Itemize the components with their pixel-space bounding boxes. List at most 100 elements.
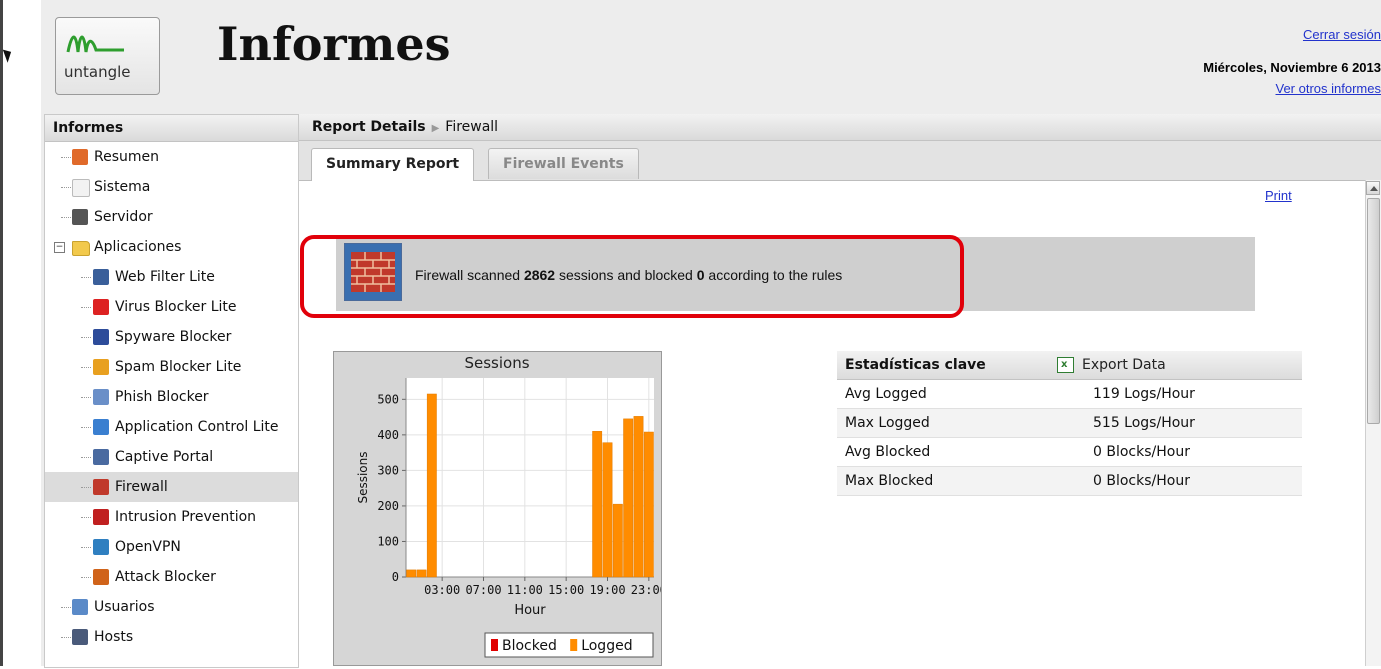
table-row: Avg Logged 119 Logs/Hour <box>837 380 1302 409</box>
breadcrumb-separator-icon: ▶ <box>426 123 446 134</box>
breadcrumb: Report Details▶Firewall <box>299 114 1381 141</box>
attack-blocker-icon <box>93 569 109 585</box>
sidebar-item-label: Attack Blocker <box>115 562 216 592</box>
sidebar-item-label: Servidor <box>94 202 153 232</box>
table-row: Avg Blocked 0 Blocks/Hour <box>837 438 1302 467</box>
y-tick-label: 100 <box>377 534 399 548</box>
intrusion-prevention-icon <box>93 509 109 525</box>
sidebar-item-sistema[interactable]: Sistema <box>45 172 298 202</box>
logout-link[interactable]: Cerrar sesión <box>1303 27 1381 42</box>
x-tick-label: 23:00 <box>631 583 661 597</box>
stat-value: 119 Logs/Hour <box>1093 380 1195 408</box>
tree-connector <box>61 217 71 218</box>
y-tick-label: 200 <box>377 499 399 513</box>
stat-value: 0 Blocks/Hour <box>1093 438 1190 466</box>
sidebar-item-label: Web Filter Lite <box>115 262 215 292</box>
tree-connector <box>81 577 91 578</box>
tree-connector <box>61 157 71 158</box>
tree-connector <box>81 427 91 428</box>
sidebar-item-usuarios[interactable]: Usuarios <box>45 592 298 622</box>
tree-connector <box>61 187 71 188</box>
sidebar-item-firewall[interactable]: Firewall <box>45 472 298 502</box>
sidebar-item-label: Captive Portal <box>115 442 213 472</box>
y-tick-label: 500 <box>377 392 399 406</box>
web-filter-icon <box>93 269 109 285</box>
hosts-icon <box>72 629 88 645</box>
bar-logged <box>613 504 622 577</box>
report-date: Miércoles, Noviembre 6 2013 <box>1203 60 1381 75</box>
sidebar-item-aplicaciones[interactable]: − Aplicaciones <box>45 232 298 262</box>
key-stats-table: Estadísticas clave Export Data Avg Logge… <box>837 351 1302 496</box>
legend-swatch-logged <box>570 639 577 651</box>
sidebar: Informes ResumenSistemaServidor − Aplicaci… <box>44 114 299 668</box>
y-axis-label: Sessions <box>356 451 370 503</box>
tree-connector <box>81 487 91 488</box>
sidebar-item-spyware-blocker[interactable]: Spyware Blocker <box>45 322 298 352</box>
key-stats-header: Estadísticas clave Export Data <box>837 351 1302 380</box>
virus-blocker-icon <box>93 299 109 315</box>
legend-label-blocked: Blocked <box>502 638 557 654</box>
sidebar-item-hosts[interactable]: Hosts <box>45 622 298 652</box>
sidebar-item-label: Application Control Lite <box>115 412 279 442</box>
scrollbar-thumb[interactable] <box>1367 198 1380 424</box>
tree-connector <box>81 307 91 308</box>
sidebar-item-spam-blocker-lite[interactable]: Spam Blocker Lite <box>45 352 298 382</box>
breadcrumb-current: Firewall <box>445 119 498 135</box>
tree-connector <box>81 547 91 548</box>
sidebar-item-label: Phish Blocker <box>115 382 209 412</box>
sidebar-item-label: OpenVPN <box>115 532 181 562</box>
sidebar-item-servidor[interactable]: Servidor <box>45 202 298 232</box>
sidebar-item-web-filter-lite[interactable]: Web Filter Lite <box>45 262 298 292</box>
reports-window: untangle Informes Cerrar sesión Miércole… <box>41 0 1381 666</box>
sidebar-item-phish-blocker[interactable]: Phish Blocker <box>45 382 298 412</box>
annotation-highlight-box <box>300 235 964 318</box>
sidebar-title: Informes <box>45 115 298 142</box>
bar-logged <box>603 443 612 577</box>
sidebar-item-label: Hosts <box>94 622 133 652</box>
x-tick-label: 15:00 <box>548 583 584 597</box>
breadcrumb-root[interactable]: Report Details <box>312 119 426 135</box>
stat-value: 515 Logs/Hour <box>1093 409 1195 437</box>
sidebar-item-label: Aplicaciones <box>94 232 181 262</box>
sidebar-item-label: Intrusion Prevention <box>115 502 256 532</box>
stat-value: 0 Blocks/Hour <box>1093 467 1190 495</box>
sidebar-item-captive-portal[interactable]: Captive Portal <box>45 442 298 472</box>
tree-connector <box>81 457 91 458</box>
sidebar-item-virus-blocker-lite[interactable]: Virus Blocker Lite <box>45 292 298 322</box>
excel-export-icon[interactable] <box>1057 357 1074 373</box>
tab-firewall-events[interactable]: Firewall Events <box>488 148 639 179</box>
y-tick-label: 300 <box>377 463 399 477</box>
tree-connector <box>81 397 91 398</box>
bar-logged <box>624 419 633 577</box>
stat-label: Avg Blocked <box>845 438 930 466</box>
sidebar-item-label: Sistema <box>94 172 150 202</box>
tree-connector <box>81 277 91 278</box>
x-tick-label: 07:00 <box>465 583 501 597</box>
key-stats-title: Estadísticas clave <box>845 351 986 379</box>
stat-label: Max Blocked <box>845 467 933 495</box>
collapse-toggle-icon[interactable]: − <box>54 242 65 253</box>
sidebar-item-openvpn[interactable]: OpenVPN <box>45 532 298 562</box>
other-reports-link[interactable]: Ver otros informes <box>1276 81 1381 96</box>
y-tick-label: 400 <box>377 428 399 442</box>
users-icon <box>72 599 88 615</box>
untangle-logo: untangle <box>55 17 160 95</box>
sidebar-item-label: Spam Blocker Lite <box>115 352 241 382</box>
sidebar-item-application-control-lite[interactable]: Application Control Lite <box>45 412 298 442</box>
sidebar-item-intrusion-prevention[interactable]: Intrusion Prevention <box>45 502 298 532</box>
print-link[interactable]: Print <box>1265 188 1292 203</box>
export-data-link[interactable]: Export Data <box>1082 351 1166 379</box>
sidebar-item-attack-blocker[interactable]: Attack Blocker <box>45 562 298 592</box>
application-control-icon <box>93 419 109 435</box>
x-tick-label: 19:00 <box>589 583 625 597</box>
page-title: Informes <box>217 17 451 71</box>
logo-wave-icon <box>66 30 126 60</box>
sidebar-item-resumen[interactable]: Resumen <box>45 142 298 172</box>
scroll-up-arrow-icon[interactable] <box>1366 181 1380 195</box>
y-tick-label: 0 <box>392 570 399 584</box>
tab-summary-report[interactable]: Summary Report <box>311 148 474 181</box>
stat-label: Avg Logged <box>845 380 927 408</box>
sessions-chart: Sessions010020030040050003:0007:0011:001… <box>333 351 662 666</box>
bar-logged <box>644 432 653 577</box>
bar-logged <box>634 416 643 577</box>
